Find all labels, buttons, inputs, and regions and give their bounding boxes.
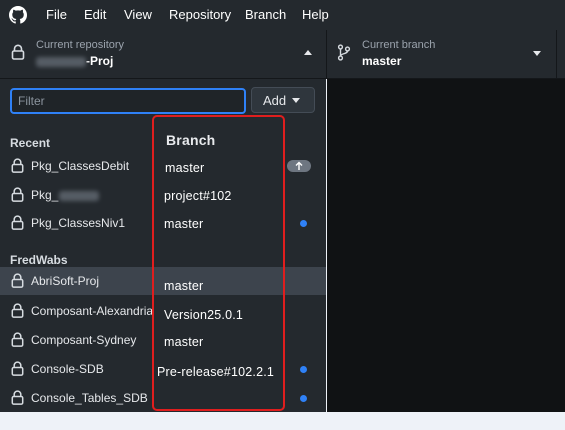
repo-name: Pkg_ <box>31 188 100 202</box>
redacted-text <box>59 190 100 201</box>
current-repository-label: Current repository <box>36 39 125 51</box>
lock-icon <box>11 303 24 318</box>
branch-label: master <box>164 217 204 231</box>
branch-label: Pre-release#102.2.1 <box>157 365 275 379</box>
menu-repository[interactable]: Repository <box>169 7 231 22</box>
add-repository-button[interactable]: Add <box>251 87 315 113</box>
expand-caret-icon <box>533 51 541 56</box>
current-repository-value: -Proj <box>36 54 113 68</box>
menu-help[interactable]: Help <box>302 7 329 22</box>
menu-branch[interactable]: Branch <box>245 7 286 22</box>
filter-input[interactable] <box>10 88 246 114</box>
changes-indicator-dot <box>300 395 307 402</box>
repo-name: Console-SDB <box>31 362 104 376</box>
current-repository-suffix: -Proj <box>86 54 114 68</box>
recent-section-header: Recent <box>10 136 51 150</box>
add-button-label: Add <box>263 93 287 108</box>
repo-name: Console_Tables_SDB <box>31 391 148 405</box>
repo-name: AbriSoft-Proj <box>31 274 100 288</box>
lock-icon <box>11 215 24 230</box>
changes-indicator-dot <box>300 220 307 227</box>
lock-icon <box>11 332 24 347</box>
branch-annotation-box: Branch master project#102 master master … <box>152 115 285 411</box>
menu-edit[interactable]: Edit <box>84 7 106 22</box>
menu-view[interactable]: View <box>124 7 152 22</box>
git-branch-icon <box>337 44 351 61</box>
lock-icon <box>11 158 24 173</box>
redacted-text <box>36 56 86 67</box>
add-dropdown-caret-icon <box>292 98 300 103</box>
repo-name-prefix: Pkg_ <box>31 188 59 202</box>
menu-file[interactable]: File <box>46 7 67 22</box>
main-content-area <box>327 79 565 412</box>
lock-icon <box>11 187 24 202</box>
current-branch-value: master <box>362 54 402 68</box>
fredwabs-section-header: FredWabs <box>10 253 68 267</box>
arrow-up-icon <box>295 161 303 170</box>
changes-indicator-dot <box>300 366 307 373</box>
menu-bar: File Edit View Repository Branch Help <box>0 0 565 31</box>
branch-label: project#102 <box>164 189 232 203</box>
collapse-caret-icon <box>304 50 312 55</box>
branch-annotation-header: Branch <box>166 132 216 148</box>
lock-icon <box>11 361 24 376</box>
github-logo-icon <box>9 6 27 24</box>
current-branch-label: Current branch <box>362 39 436 51</box>
repo-name: Composant-Sydney <box>31 333 137 347</box>
lock-icon <box>11 273 24 288</box>
branch-label: master <box>164 335 204 349</box>
lock-icon <box>11 390 24 405</box>
current-repository-button[interactable]: Current repository -Proj <box>0 30 327 78</box>
toolbar: Current repository -Proj Current branch … <box>0 30 565 79</box>
repo-lock-icon <box>11 44 25 60</box>
branch-label: master <box>164 279 204 293</box>
repo-name: Pkg_ClassesDebit <box>31 159 130 173</box>
repo-name: Pkg_ClassesNiv1 <box>31 216 126 230</box>
push-pending-badge <box>287 160 311 172</box>
branch-label: master <box>165 161 205 175</box>
current-branch-button[interactable]: Current branch master <box>327 30 557 78</box>
branch-label: Version25.0.1 <box>164 308 244 322</box>
repo-name: Composant-Alexandria <box>31 304 154 318</box>
